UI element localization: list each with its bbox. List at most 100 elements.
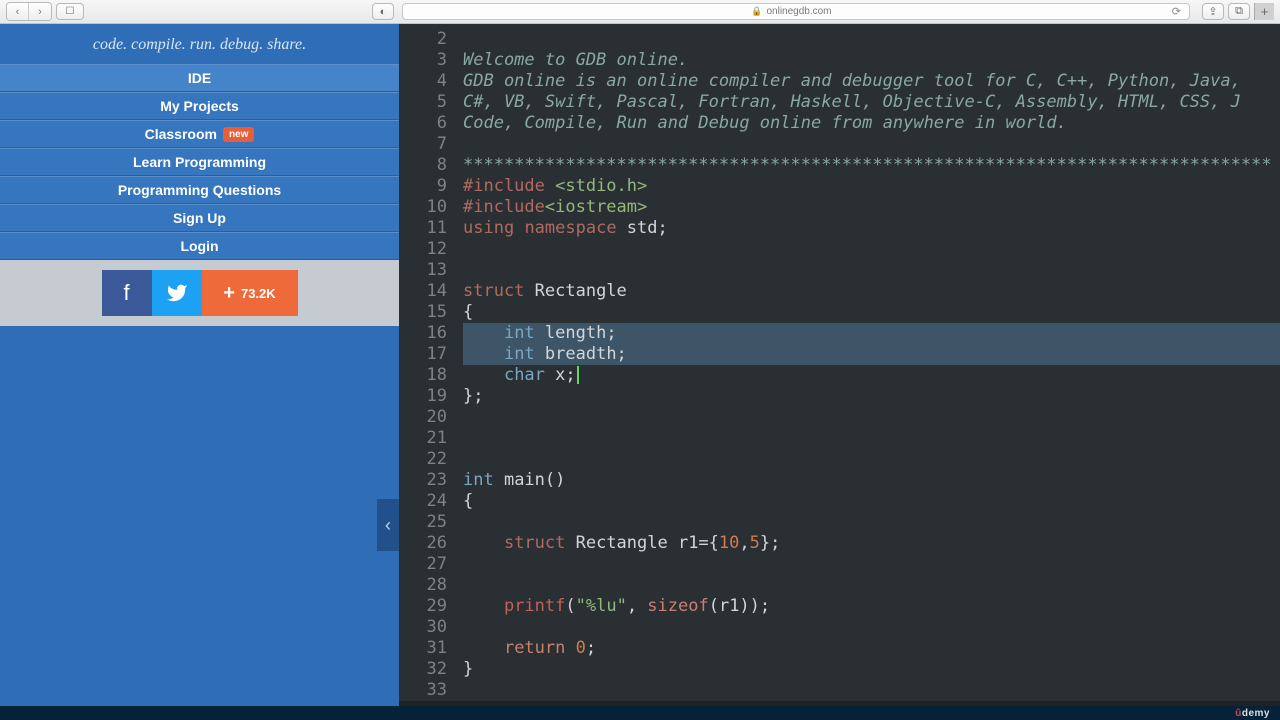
line-number: 19	[399, 386, 447, 407]
code-line[interactable]: int main()	[463, 470, 1280, 491]
code-line[interactable]: GDB online is an online compiler and deb…	[463, 71, 1280, 92]
back-button[interactable]: ‹	[7, 3, 29, 20]
sidebar-item-label: Programming Questions	[118, 182, 281, 198]
sidebar-item-classroom[interactable]: Classroomnew	[0, 120, 399, 148]
code-line[interactable]: using namespace std;	[463, 218, 1280, 239]
code-line[interactable]	[463, 134, 1280, 155]
sidebar-item-learn-programming[interactable]: Learn Programming	[0, 148, 399, 176]
line-gutter: 2345678910111213141516171819202122232425…	[399, 24, 459, 706]
line-number: 2	[399, 29, 447, 50]
horizontal-scrollbar[interactable]	[399, 701, 1280, 706]
line-number: 28	[399, 575, 447, 596]
code-line[interactable]	[463, 239, 1280, 260]
sidebar-item-sign-up[interactable]: Sign Up	[0, 204, 399, 232]
refresh-icon[interactable]: ⟳	[1172, 5, 1181, 18]
code-line[interactable]: ****************************************…	[463, 155, 1280, 176]
line-number: 33	[399, 680, 447, 701]
code-line[interactable]: char x;	[463, 365, 1280, 386]
code-line[interactable]: Code, Compile, Run and Debug online from…	[463, 113, 1280, 134]
line-number: 14	[399, 281, 447, 302]
sidebar-item-my-projects[interactable]: My Projects	[0, 92, 399, 120]
sidebar-item-ide[interactable]: IDE	[0, 64, 399, 92]
code-line[interactable]: }	[463, 659, 1280, 680]
sidebar-item-label: Learn Programming	[133, 154, 266, 170]
sidebar-toggle-button[interactable]: ☐	[56, 3, 84, 20]
line-number: 6	[399, 113, 447, 134]
code-line[interactable]	[463, 575, 1280, 596]
share-button[interactable]: ⇪	[1202, 3, 1224, 20]
code-editor[interactable]: 2345678910111213141516171819202122232425…	[399, 24, 1280, 706]
line-number: 10	[399, 197, 447, 218]
code-line[interactable]: #include<iostream>	[463, 197, 1280, 218]
code-line[interactable]: #include <stdio.h>	[463, 176, 1280, 197]
code-line[interactable]	[463, 449, 1280, 470]
reader-mode-button[interactable]: ◐	[372, 3, 394, 20]
url-host: onlinegdb.com	[766, 6, 831, 17]
code-line[interactable]: printf("%lu", sizeof(r1));	[463, 596, 1280, 617]
line-number: 8	[399, 155, 447, 176]
line-number: 13	[399, 260, 447, 281]
code-line[interactable]: {	[463, 302, 1280, 323]
code-line[interactable]: int length;	[463, 323, 1280, 344]
code-line[interactable]: struct Rectangle r1={10,5};	[463, 533, 1280, 554]
tagline: code. compile. run. debug. share.	[0, 24, 399, 64]
code-area[interactable]: Welcome to GDB online.GDB online is an o…	[459, 24, 1280, 706]
nav-buttons: ‹ ›	[6, 2, 52, 21]
line-number: 11	[399, 218, 447, 239]
code-line[interactable]: {	[463, 491, 1280, 512]
line-number: 15	[399, 302, 447, 323]
facebook-button[interactable]: f	[102, 270, 152, 316]
lock-icon: 🔒	[751, 6, 762, 17]
share-count-button[interactable]: + 73.2K	[202, 270, 298, 316]
line-number: 21	[399, 428, 447, 449]
code-line[interactable]: struct Rectangle	[463, 281, 1280, 302]
address-bar[interactable]: 🔒 onlinegdb.com ⟳	[402, 3, 1190, 20]
line-number: 30	[399, 617, 447, 638]
line-number: 24	[399, 491, 447, 512]
line-number: 12	[399, 239, 447, 260]
line-number: 31	[399, 638, 447, 659]
code-line[interactable]	[463, 428, 1280, 449]
line-number: 3	[399, 50, 447, 71]
line-number: 26	[399, 533, 447, 554]
share-count: 73.2K	[241, 286, 276, 301]
sidebar-item-label: Sign Up	[173, 210, 226, 226]
code-line[interactable]: };	[463, 386, 1280, 407]
code-line[interactable]	[463, 29, 1280, 50]
code-line[interactable]	[463, 407, 1280, 428]
code-line[interactable]	[463, 512, 1280, 533]
new-tab-button[interactable]: +	[1254, 3, 1274, 20]
tabs-button[interactable]: ⧉	[1228, 3, 1250, 20]
code-line[interactable]: Welcome to GDB online.	[463, 50, 1280, 71]
line-number: 5	[399, 92, 447, 113]
line-number: 27	[399, 554, 447, 575]
social-row: f + 73.2K	[0, 260, 399, 326]
browser-toolbar: ‹ › ☐ ◐ 🔒 onlinegdb.com ⟳ ⇪ ⧉ +	[0, 0, 1280, 24]
line-number: 29	[399, 596, 447, 617]
line-number: 18	[399, 365, 447, 386]
twitter-button[interactable]	[152, 270, 202, 316]
new-badge: new	[223, 127, 254, 142]
udemy-logo: ûdemy	[1235, 708, 1270, 719]
collapse-sidebar-button[interactable]: ‹	[377, 499, 399, 551]
sidebar-item-programming-questions[interactable]: Programming Questions	[0, 176, 399, 204]
line-number: 25	[399, 512, 447, 533]
code-line[interactable]: C#, VB, Swift, Pascal, Fortran, Haskell,…	[463, 92, 1280, 113]
forward-button[interactable]: ›	[29, 3, 51, 20]
plus-icon: +	[223, 282, 235, 305]
line-number: 23	[399, 470, 447, 491]
sidebar-item-login[interactable]: Login	[0, 232, 399, 260]
line-number: 7	[399, 134, 447, 155]
bottom-bar: ûdemy	[0, 706, 1280, 720]
line-number: 9	[399, 176, 447, 197]
code-line[interactable]	[463, 260, 1280, 281]
code-line[interactable]	[463, 554, 1280, 575]
sidebar-item-label: IDE	[188, 70, 211, 86]
code-line[interactable]	[463, 680, 1280, 701]
code-line[interactable]: return 0;	[463, 638, 1280, 659]
line-number: 32	[399, 659, 447, 680]
line-number: 4	[399, 71, 447, 92]
sidebar-item-label: My Projects	[160, 98, 239, 114]
code-line[interactable]: int breadth;	[463, 344, 1280, 365]
code-line[interactable]	[463, 617, 1280, 638]
